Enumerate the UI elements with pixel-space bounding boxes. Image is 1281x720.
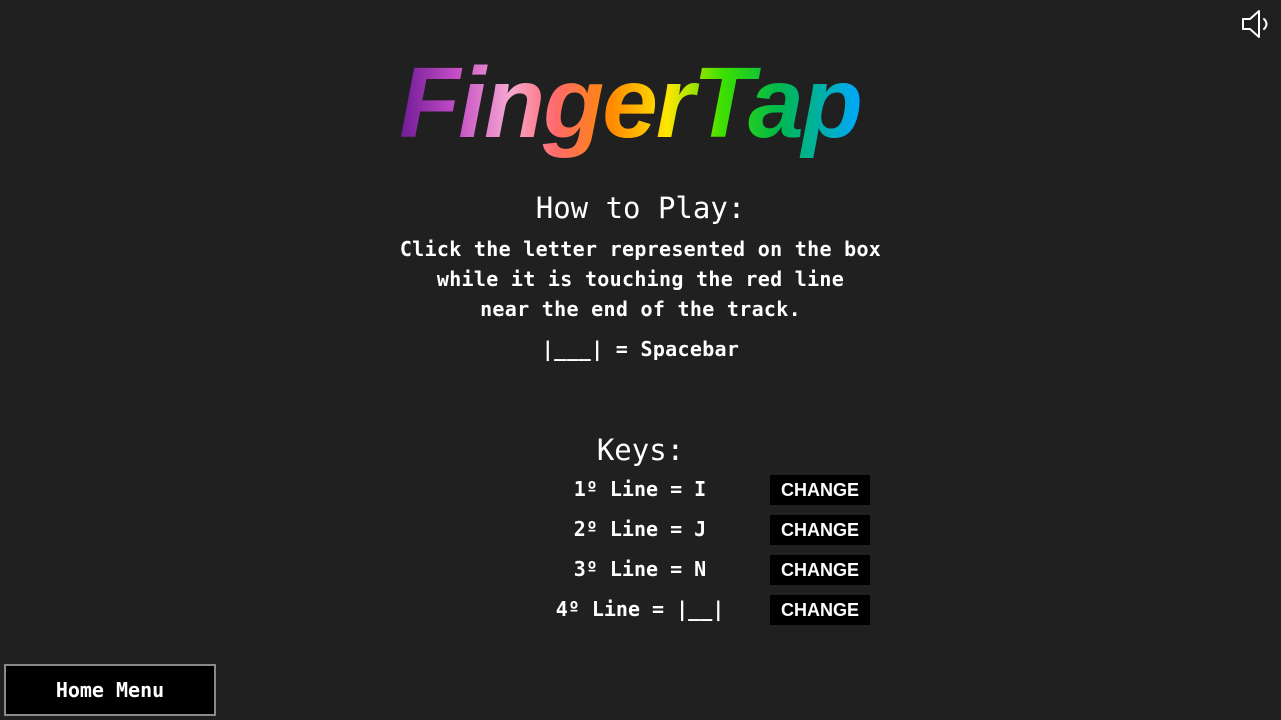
spacebar-note: |___| = Spacebar bbox=[541, 337, 740, 361]
change-key-2-button[interactable]: CHANGE bbox=[770, 515, 870, 545]
key-line-2-label: 2º Line = J bbox=[573, 517, 707, 541]
game-logo: FingerTap bbox=[380, 42, 880, 172]
key-line-3-label: 3º Line = N bbox=[573, 557, 707, 581]
change-key-4-button[interactable]: CHANGE bbox=[770, 595, 870, 625]
keys-title: Keys: bbox=[596, 433, 685, 467]
key-line-4-label: 4º Line = |__| bbox=[555, 597, 725, 621]
home-menu-button[interactable]: Home Menu bbox=[4, 664, 216, 716]
speaker-icon bbox=[1240, 6, 1276, 42]
key-line-1-label: 1º Line = I bbox=[573, 477, 707, 501]
instruction-line-3: near the end of the track. bbox=[480, 297, 801, 321]
change-key-3-button[interactable]: CHANGE bbox=[770, 555, 870, 585]
how-to-play-title: How to Play: bbox=[535, 191, 746, 225]
instruction-line-1: Click the letter represented on the box bbox=[399, 237, 882, 261]
logo-text: FingerTap bbox=[399, 47, 861, 159]
sound-toggle-button[interactable] bbox=[1240, 6, 1276, 42]
change-key-1-button[interactable]: CHANGE bbox=[770, 475, 870, 505]
instruction-line-2: while it is touching the red line bbox=[436, 267, 845, 291]
